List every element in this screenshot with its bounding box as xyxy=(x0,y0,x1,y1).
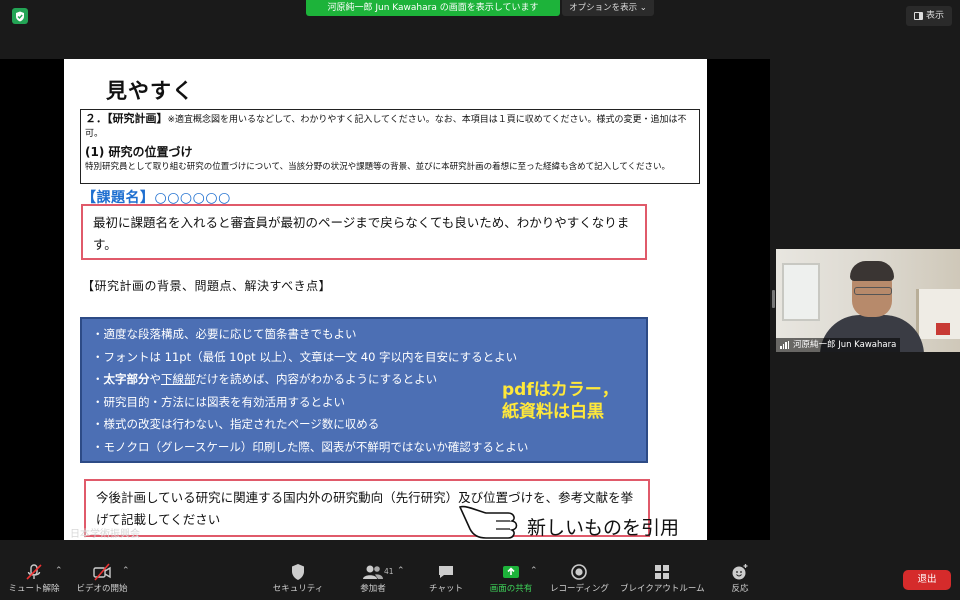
start-video-button[interactable]: ビデオの開始 xyxy=(76,563,128,597)
color-callout: pdfはカラー， 紙資料は白黒 xyxy=(502,379,619,423)
record-label: レコーディング xyxy=(550,584,609,594)
breakout-label: ブレイクアウトルーム xyxy=(620,584,705,594)
top-bar: 河原純一郎 Jun Kawahara の画面を表示しています オプションを表示 … xyxy=(0,0,960,30)
zoom-window: 河原純一郎 Jun Kawahara の画面を表示しています オプションを表示 … xyxy=(0,0,960,600)
breakout-rooms-button[interactable]: ブレイクアウトルーム xyxy=(620,563,705,597)
record-button[interactable]: レコーディング xyxy=(550,563,609,597)
participants-icon xyxy=(363,565,383,579)
tips-box: ・適度な段落構成、必要に応じて箇条書きでもよい ・フォントは 11pt（最低 1… xyxy=(80,317,648,463)
signal-bars-icon xyxy=(780,341,789,349)
shared-screen: 見やすく ２．【研究計画】※適宜概念図を用いるなどして、わかりやすく記入してくだ… xyxy=(0,59,770,540)
video-options-caret-icon[interactable]: ⌃ xyxy=(122,566,130,576)
chat-button[interactable]: チャット xyxy=(424,563,468,597)
security-shield-icon[interactable] xyxy=(12,8,28,24)
layout-icon xyxy=(913,12,923,20)
share-label: 画面の共有 xyxy=(489,584,533,594)
list-item: ・モノクロ（グレースケール）印刷した際、図表が不鮮明ではないか確認するとよい xyxy=(92,439,529,454)
mute-options-caret-icon[interactable]: ⌃ xyxy=(55,566,63,576)
video-person-hair xyxy=(850,261,894,281)
plan-note: ※適宜概念図を用いるなどして、わかりやすく記入してください。なお、本項目は１頁に… xyxy=(85,115,687,139)
plan-heading: ２．【研究計画】 xyxy=(85,112,168,125)
video-window-frame xyxy=(782,263,820,321)
reactions-button[interactable]: 反応 xyxy=(724,563,756,597)
reactions-label: 反応 xyxy=(731,584,749,594)
video-person-glasses xyxy=(854,287,892,295)
sharing-banner: 河原純一郎 Jun Kawahara の画面を表示しています xyxy=(306,0,560,16)
participants-label: 参加者 xyxy=(360,584,386,594)
share-options-caret-icon[interactable]: ⌃ xyxy=(530,566,538,576)
position-heading: (1) 研究の位置づけ xyxy=(85,145,193,159)
shield-icon xyxy=(292,564,304,580)
pointing-hand-icon xyxy=(458,505,518,539)
muted-mic-icon xyxy=(26,564,42,580)
background-heading: 【研究計画の背景、問題点、解決すべき点】 xyxy=(82,279,332,293)
security-button[interactable]: セキュリティ xyxy=(272,563,324,597)
bold-text: 太字部分 xyxy=(103,372,150,386)
slide-title: 見やすく xyxy=(106,79,194,103)
callout-line: pdfはカラー， xyxy=(502,380,619,400)
video-label: ビデオの開始 xyxy=(76,584,128,594)
smiley-plus-icon xyxy=(732,564,748,580)
callout-line: 紙資料は白黒 xyxy=(502,402,604,422)
share-screen-icon xyxy=(503,566,519,578)
participant-video[interactable]: 河原純一郎 Jun Kawahara xyxy=(776,249,960,352)
leave-meeting-button[interactable]: 退出 xyxy=(903,570,951,590)
chat-bubble-icon xyxy=(439,566,453,578)
chat-label: チャット xyxy=(429,584,463,594)
bullet-mark: ・ xyxy=(92,372,104,386)
video-off-icon xyxy=(93,563,111,581)
view-button-label: 表示 xyxy=(925,11,944,21)
mute-label: ミュート解除 xyxy=(8,584,60,594)
list-item: ・フォントは 11pt（最低 10pt 以上）、文章は一文 40 字以内を目安に… xyxy=(92,349,518,364)
meeting-toolbar: ミュート解除 ⌃ ビデオの開始 ⌃ セキュリティ 参加者 41 ⌃ チャット 画… xyxy=(0,556,960,600)
document-page: 見やすく ２．【研究計画】※適宜概念図を用いるなどして、わかりやすく記入してくだ… xyxy=(64,59,707,540)
resize-handle[interactable] xyxy=(772,290,775,308)
list-item: ・適度な段落構成、必要に応じて箇条書きでもよい xyxy=(92,327,357,341)
watermark: 日本学術振興会 xyxy=(70,529,140,540)
cite-recent-note: 新しいものを引用 xyxy=(527,517,680,539)
breakout-grid-icon xyxy=(655,565,669,579)
participant-name: 河原純一郎 Jun Kawahara xyxy=(793,340,897,350)
research-plan-box: ２．【研究計画】※適宜概念図を用いるなどして、わかりやすく記入してください。なお… xyxy=(80,109,700,184)
plain-text: や xyxy=(149,372,162,386)
participant-name-tag: 河原純一郎 Jun Kawahara xyxy=(776,338,901,352)
view-options-button[interactable]: オプションを表示 ⌄ xyxy=(562,0,654,16)
view-button[interactable]: 表示 xyxy=(906,6,952,26)
video-red-object xyxy=(936,323,950,335)
topic-tip-box: 最初に課題名を入れると審査員が最初のページまで戻らなくても良いため、わかりやすく… xyxy=(81,204,647,260)
participants-caret-icon[interactable]: ⌃ xyxy=(397,566,405,576)
record-icon xyxy=(571,564,587,580)
underline-text: 下線部 xyxy=(161,372,196,386)
plain-text: だけを読めば、内容がわかるようにするとよい xyxy=(195,372,438,386)
share-screen-button[interactable]: 画面の共有 xyxy=(486,563,536,597)
mute-button[interactable]: ミュート解除 xyxy=(8,563,60,597)
security-label: セキュリティ xyxy=(272,584,324,594)
participants-count: 41 xyxy=(384,567,394,576)
position-description: 特別研究員として取り組む研究の位置づけについて、当該分野の状況や課題等の背景、並… xyxy=(85,162,671,172)
